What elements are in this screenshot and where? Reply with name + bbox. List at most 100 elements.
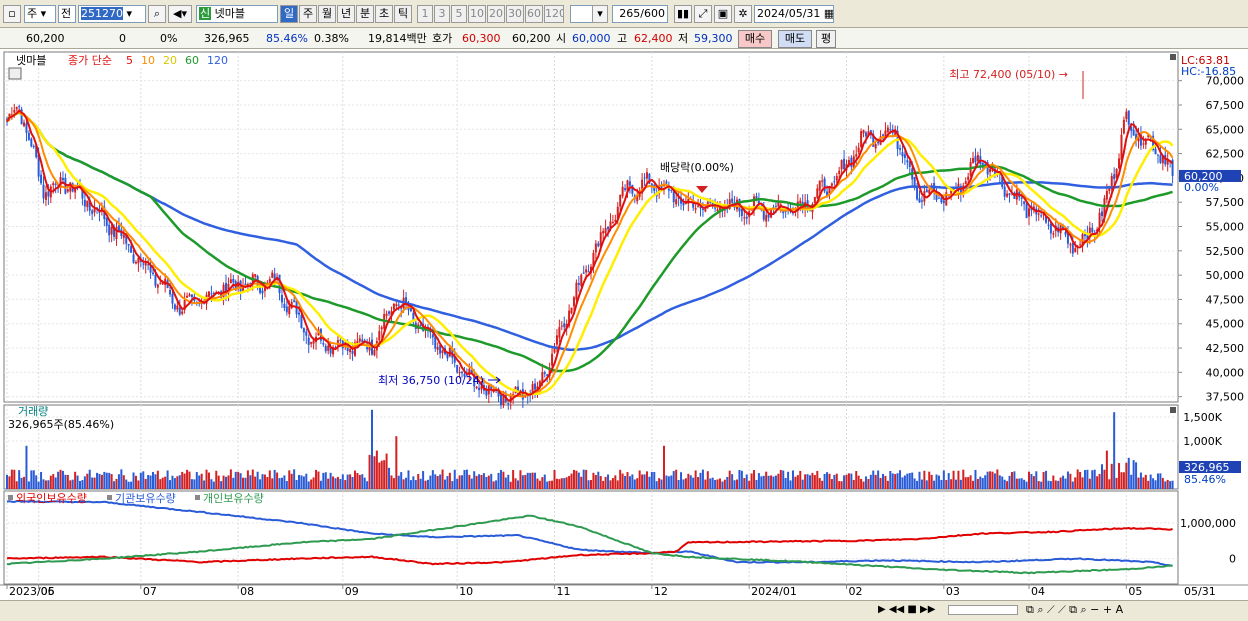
candle-body [298,312,300,315]
chevron-down-icon[interactable]: ▾ [592,5,608,23]
interval-button-30[interactable]: 30 [506,5,524,23]
interval-button-20[interactable]: 20 [487,5,505,23]
period-button-3[interactable]: 년 [337,5,355,23]
candle-body [61,177,64,180]
flat-button[interactable]: 평 [816,30,836,48]
volume-bar [779,469,782,489]
volume-bar [431,470,434,489]
volume-bar [682,479,685,489]
hc-label: HC:-16.85 [1181,65,1236,78]
candle-body [974,156,977,163]
stock-name-field[interactable]: 신 넷마블 [196,5,278,23]
save-icon[interactable]: ▣ [714,5,732,23]
volume-bar [451,481,454,489]
candle-body [577,282,580,285]
volume-bar [663,445,665,489]
volume-bar [207,472,210,489]
candle-body [697,205,700,207]
volume-bar [592,472,595,489]
volume-bar [675,469,678,489]
candle-body [312,340,315,344]
price-y-tick-label: 52,500 [1206,245,1245,258]
speaker-icon[interactable]: ◀▾ [168,5,192,23]
volume-bar [319,480,322,489]
candle-body [18,106,21,108]
volume-bar [91,477,94,489]
volume-bar [969,475,972,489]
nav-controls-icon[interactable]: ▶ ◀◀ ■ ▶▶ [878,604,935,615]
volume-bar [680,472,683,489]
volume-bar [609,480,612,489]
volume-bar [220,481,223,489]
date-field[interactable]: 2024/05/31 ▦ [754,5,834,23]
volume-bar [285,480,288,489]
volume-bar [76,475,79,489]
candle-body [906,160,909,163]
volume-bar [621,473,624,489]
volume-bar [813,475,816,489]
volume-bar [176,476,179,489]
candle-body [821,180,824,182]
price-value: 60,200 [26,32,65,45]
period-button-5[interactable]: 초 [375,5,393,23]
volume-bar [826,472,829,489]
volume-bar [687,473,690,489]
period-button-0[interactable]: 일 [280,5,298,23]
volume-bar [624,476,627,489]
count-field[interactable]: 265/600 [612,5,668,23]
period-button-4[interactable]: 분 [356,5,374,23]
volume-ratio: 85.46% [266,32,308,45]
volume-bar [821,480,824,489]
volume-bar [44,480,47,489]
market-select[interactable]: 주 ▾ [24,5,56,23]
volume-bar [298,474,300,489]
volume-bar [171,475,174,489]
volume-bar [1074,477,1077,489]
period-button-1[interactable]: 주 [299,5,317,23]
volume-bar [638,470,641,489]
volume-bar [52,474,55,489]
code-input[interactable]: 251270 ▾ [78,5,146,23]
candle-body [799,200,802,203]
period-button-2[interactable]: 월 [318,5,336,23]
volume-bar [6,474,8,489]
volume-bar [804,474,807,489]
interval-button-5[interactable]: 5 [451,5,467,23]
volume-bar [816,470,819,489]
volume-bar [1164,481,1167,489]
volume-bar [385,453,388,489]
volume-bar [524,474,527,489]
period-button-6[interactable]: 틱 [394,5,412,23]
gear-icon[interactable]: ✲ [734,5,752,23]
candle-body [358,338,361,342]
search-icon[interactable]: ⌕ [148,5,166,23]
volume-bar [113,481,116,489]
candle-body [322,343,325,345]
price-y-tick-label: 42,500 [1206,342,1245,355]
volume-bar [1098,473,1101,489]
candle-body [621,186,624,197]
draw-tool-icon[interactable]: ⤢ [694,5,712,23]
candle-body [555,335,558,345]
volume-bar [877,470,880,489]
scroll-slider[interactable] [948,605,1018,615]
window-icon[interactable]: ▫ [3,5,21,23]
volume-bar [290,473,293,489]
buy-button[interactable]: 매수 [738,30,772,48]
volume-bar [740,470,743,489]
chart-type-icon[interactable]: ▮▮ [674,5,692,23]
market2-select[interactable]: 전 [58,5,76,23]
interval-button-120[interactable]: 120 [544,5,564,23]
zoom-tools-icon[interactable]: ⧉ ⌕ ⟋ ⟋ ⧉ ⌕ − + A [1026,603,1123,617]
interval-button-60[interactable]: 60 [525,5,543,23]
volume-bar [748,480,751,489]
interval-button-3[interactable]: 3 [434,5,450,23]
volume-bar [597,471,600,489]
candle-body [1049,223,1052,234]
candle-body [327,345,330,351]
volume-bar [125,479,128,489]
interval-button-1[interactable]: 1 [417,5,433,23]
sell-button[interactable]: 매도 [778,30,812,48]
chart-area[interactable]: 2023/0506 07 08 09 10 11 12 2024/01 02 03 04 05 05/3… [0,49,1248,600]
interval-button-10[interactable]: 10 [468,5,486,23]
